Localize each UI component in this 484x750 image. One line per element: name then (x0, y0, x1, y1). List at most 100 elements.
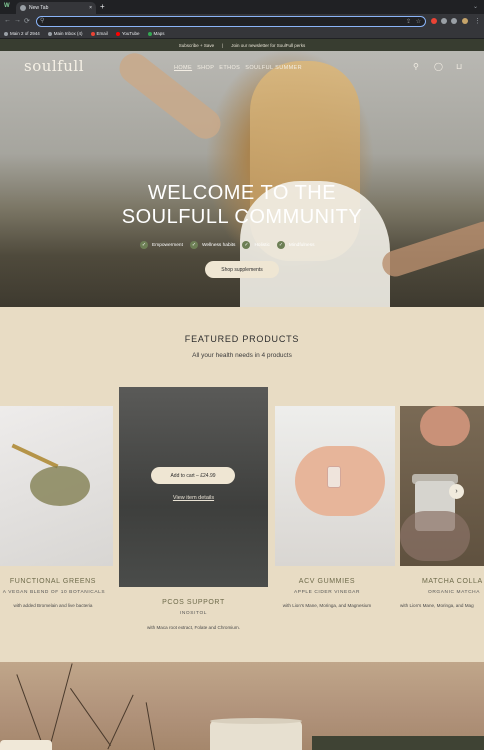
bookmark-favicon-icon (4, 31, 8, 36)
nav-home[interactable]: HOME (174, 65, 192, 71)
bookmark-star-icon[interactable]: ☆ (416, 18, 421, 25)
forward-arrow-icon[interactable]: → (14, 17, 21, 24)
bookmark-label: YouTube (121, 31, 140, 36)
bookmark-item[interactable]: YouTube (115, 31, 140, 36)
product-name[interactable]: PCOS SUPPORT (119, 599, 268, 606)
bookmark-favicon-icon (115, 31, 120, 36)
product-subtitle: APPLE CIDER VINEGAR (293, 590, 361, 595)
reload-icon[interactable]: ⟳ (24, 17, 30, 25)
address-bar[interactable]: ⚲ ⇪ ☆ (36, 16, 426, 27)
nav-soulful-summer[interactable]: SOULFUL SUMMER (245, 65, 302, 71)
hero-title-line1: WELCOME TO THE (147, 182, 337, 204)
product-image-acv-gummies[interactable] (275, 406, 395, 566)
announcement-separator: | (222, 42, 224, 48)
announcement-bar: Subscribe + Save | Join our newsletter f… (0, 39, 484, 51)
announcement-newsletter[interactable]: Join our newsletter for SoulFull perks (231, 43, 305, 48)
menu-kebab-icon[interactable]: ⋮ (474, 17, 481, 25)
site-logo[interactable]: soulfull (24, 57, 84, 75)
close-tab-icon[interactable]: × (89, 5, 92, 11)
image-detail (210, 718, 302, 724)
product-image-matcha-collagen[interactable] (400, 406, 484, 566)
chat-widget-button[interactable] (0, 740, 52, 750)
bookmark-label: Maps (153, 31, 165, 36)
product-photo-detail (30, 466, 90, 506)
nav-ethos[interactable]: ETHOS (219, 65, 240, 71)
product-description: with Lion's Mane, Moringa, and Magnesium (282, 603, 372, 608)
bookmark-item[interactable]: Email (90, 31, 108, 36)
nav-shop[interactable]: SHOP (197, 65, 214, 71)
hero-checklist: ✓ Empowerment ✓ Wellness habits ✓ Holistic … (140, 241, 315, 249)
browser-tab[interactable]: New Tab × (16, 2, 96, 14)
browser-tabstrip: W New Tab × + ⌄ (0, 0, 484, 14)
bookmark-favicon-icon (90, 31, 95, 36)
bookmark-item[interactable]: Maps (147, 31, 165, 36)
hero-title: WELCOME TO THE SOULFULL COMMUNITY (0, 181, 484, 229)
featured-subtitle: All your health needs in 4 products (192, 352, 292, 359)
product-photo-detail (11, 443, 59, 469)
address-input[interactable] (49, 18, 409, 25)
puzzle-extensions-icon[interactable] (441, 18, 447, 24)
bookmark-item[interactable]: Main Inbox (4) (47, 31, 83, 36)
profile-avatar-icon[interactable] (462, 18, 468, 24)
announcement-subscribe[interactable]: Subscribe + Save (179, 43, 214, 48)
cart-icon[interactable]: ⊔ (456, 62, 462, 71)
add-to-cart-button[interactable]: Add to cart – £24.99 (151, 467, 235, 484)
hero-check-item: ✓ Empowerment (140, 241, 183, 249)
product-photo-detail (327, 466, 341, 488)
hero-check-label: Empowerment (152, 242, 183, 248)
share-icon[interactable]: ⇪ (406, 18, 411, 25)
image-detail (312, 736, 484, 750)
product-photo-detail (400, 511, 470, 561)
tab-favicon-icon (20, 5, 26, 11)
product-subtitle: ORGANIC MATCHA (428, 590, 481, 595)
carousel-next-chevron-icon[interactable]: › (449, 484, 464, 499)
product-description: with added Bromelain and live bacteria (13, 603, 93, 608)
product-description: with Maca root extract, Folate and Chrom… (147, 625, 240, 630)
product-name[interactable]: ACV GUMMIES (265, 578, 389, 585)
image-detail (70, 688, 111, 746)
bookmarks-bar: Main 2 of 2944 Main Inbox (4) Email YouT… (0, 29, 484, 39)
extension-icon[interactable] (431, 18, 437, 24)
image-detail (16, 674, 45, 750)
hero-check-item: ✓ Mindfulness (276, 241, 315, 249)
bookmark-label: Main Inbox (4) (53, 31, 83, 36)
tab-title: New Tab (29, 5, 49, 11)
image-detail (210, 720, 302, 750)
view-item-details-link[interactable]: View item details (119, 495, 268, 501)
check-icon: ✓ (276, 241, 285, 249)
workspace-icon[interactable]: W (4, 3, 10, 9)
hero-check-label: Mindfulness (288, 242, 315, 248)
product-image-pcos-support[interactable]: Add to cart – £24.99 View item details (119, 387, 268, 587)
bookmark-label: Email (96, 31, 108, 36)
product-subtitle: A VEGAN BLEND OF 10 BOTANICALS (2, 590, 106, 595)
hero-check-label: Wellness habits (201, 242, 236, 248)
shop-supplements-button[interactable]: Shop supplements (205, 261, 279, 278)
product-image-functional-greens[interactable] (0, 406, 113, 566)
hero-check-label: Holistic (254, 242, 270, 248)
hero-title-line2: SOULFULL COMMUNITY (121, 206, 363, 228)
image-detail (48, 663, 73, 750)
check-icon: ✓ (189, 241, 198, 249)
product-description: with Lion's Mane, Moringa, and Mag (400, 603, 474, 608)
product-photo-detail (420, 406, 470, 446)
hero-check-item: ✓ Wellness habits (189, 241, 236, 249)
bookmark-label: Main 2 of 2944 (10, 31, 40, 36)
product-subtitle: INOSITOL (179, 611, 208, 616)
bookmark-item[interactable]: Main 2 of 2944 (4, 31, 40, 36)
bookmark-favicon-icon (147, 31, 152, 36)
hero-check-item: ✓ Holistic (242, 241, 270, 249)
image-detail (145, 702, 156, 750)
browser-toolbar: ← → ⟳ ⚲ ⇪ ☆ ⋮ (0, 14, 484, 29)
product-name[interactable]: MATCHA COLLA (402, 578, 484, 585)
tab-search-chevron-icon[interactable]: ⌄ (473, 3, 478, 10)
hero-banner: soulfull HOME SHOP ETHOS SOULFUL SUMMER … (0, 51, 484, 307)
check-icon: ✓ (242, 241, 251, 249)
check-icon: ✓ (140, 241, 148, 249)
new-tab-button[interactable]: + (100, 2, 105, 12)
product-name[interactable]: FUNCTIONAL GREENS (0, 578, 106, 585)
search-icon[interactable]: ⚲ (413, 62, 419, 71)
account-icon[interactable]: ◯ (434, 62, 443, 71)
back-arrow-icon[interactable]: ← (4, 17, 11, 24)
bookmark-favicon-icon (47, 31, 52, 36)
side-panel-icon[interactable] (451, 18, 457, 24)
